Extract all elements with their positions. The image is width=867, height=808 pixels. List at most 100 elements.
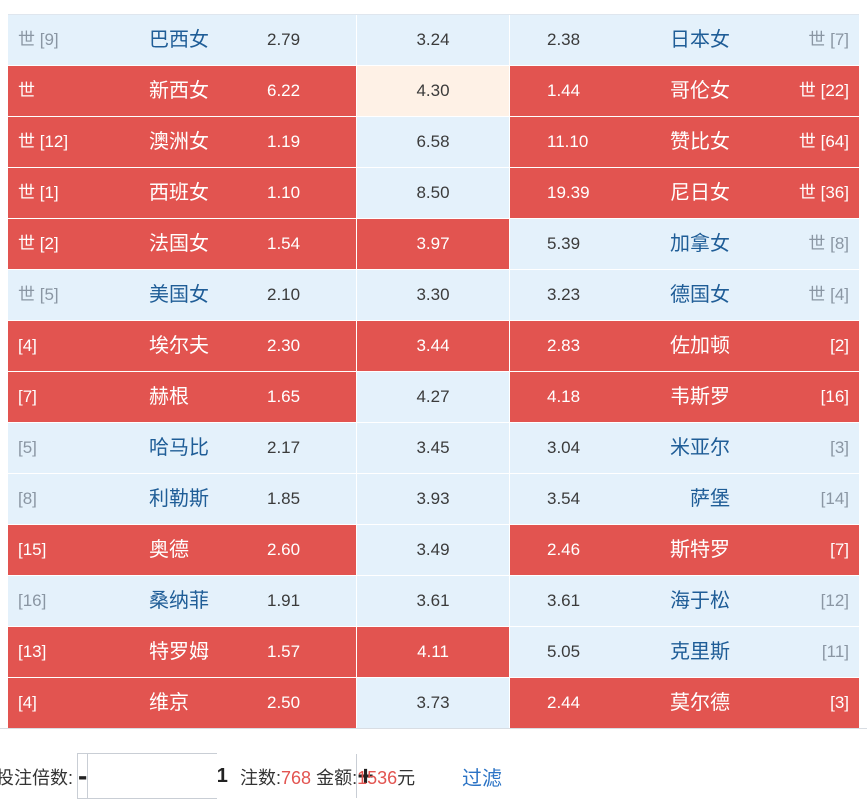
away-win-option[interactable]: 4.18 韦斯罗 [16] bbox=[510, 372, 859, 422]
draw-option[interactable]: 3.45 bbox=[357, 423, 509, 473]
draw-option[interactable]: 4.27 bbox=[357, 372, 509, 422]
home-rank: [7] bbox=[18, 387, 37, 406]
away-win-option[interactable]: 1.44 哥伦女 世 [22] bbox=[510, 66, 859, 116]
home-team-name: 埃尔夫 bbox=[149, 335, 209, 357]
home-win-option[interactable]: [5] 哈马比 2.17 bbox=[8, 423, 356, 473]
home-team-name: 法国女 bbox=[149, 233, 209, 255]
draw-option[interactable]: 8.50 bbox=[357, 168, 509, 218]
match-row: [8] 利勒斯 1.85 3.93 3.54 萨堡 [14] bbox=[8, 474, 859, 524]
away-rank: 世 [4] bbox=[808, 285, 849, 304]
draw-option[interactable]: 6.58 bbox=[357, 117, 509, 167]
draw-option[interactable]: 4.30 bbox=[357, 66, 509, 116]
away-win-option[interactable]: 2.83 佐加顿 [2] bbox=[510, 321, 859, 371]
away-odds: 5.05 bbox=[547, 642, 581, 661]
draw-option[interactable]: 3.49 bbox=[357, 525, 509, 575]
away-team-name: 莫尔德 bbox=[670, 692, 730, 714]
decrease-multiplier-button[interactable]: - bbox=[78, 754, 89, 798]
home-win-option[interactable]: 世 [5] 美国女 2.10 bbox=[8, 270, 356, 320]
away-rank: [3] bbox=[830, 693, 849, 712]
home-odds: 1.57 bbox=[267, 642, 301, 661]
away-win-option[interactable]: 11.10 赞比女 世 [64] bbox=[510, 117, 859, 167]
match-row: [5] 哈马比 2.17 3.45 3.04 米亚尔 [3] bbox=[8, 423, 859, 473]
home-win-option[interactable]: 世 新西女 6.22 bbox=[8, 66, 356, 116]
match-row: 世 新西女 6.22 4.30 1.44 哥伦女 世 [22] bbox=[8, 66, 859, 116]
away-team-name: 赞比女 bbox=[670, 131, 730, 153]
home-team-name: 巴西女 bbox=[149, 29, 209, 51]
draw-option[interactable]: 3.73 bbox=[357, 678, 509, 728]
home-team-name: 美国女 bbox=[149, 284, 209, 306]
away-win-option[interactable]: 3.54 萨堡 [14] bbox=[510, 474, 859, 524]
home-rank: 世 [12] bbox=[18, 132, 69, 151]
away-rank: [2] bbox=[830, 336, 849, 355]
draw-odds: 3.44 bbox=[416, 336, 450, 355]
away-win-option[interactable]: 3.23 德国女 世 [4] bbox=[510, 270, 859, 320]
away-win-option[interactable]: 2.38 日本女 世 [7] bbox=[510, 15, 859, 65]
away-odds: 2.83 bbox=[547, 336, 581, 355]
home-odds: 1.65 bbox=[267, 387, 301, 406]
draw-odds: 4.27 bbox=[416, 387, 450, 406]
home-odds: 6.22 bbox=[267, 81, 301, 100]
home-odds: 1.85 bbox=[267, 489, 301, 508]
draw-option[interactable]: 3.30 bbox=[357, 270, 509, 320]
home-rank: [16] bbox=[18, 591, 47, 610]
home-odds: 2.10 bbox=[267, 285, 301, 304]
bet-footer: 投注倍数: - + 注数:768 金额:1536元 过滤 bbox=[0, 750, 867, 800]
draw-option[interactable]: 3.93 bbox=[357, 474, 509, 524]
multiplier-label: 投注倍数: bbox=[0, 768, 74, 788]
away-team-name: 日本女 bbox=[670, 29, 730, 51]
filter-link[interactable]: 过滤 bbox=[462, 750, 502, 808]
away-win-option[interactable]: 3.04 米亚尔 [3] bbox=[510, 423, 859, 473]
home-win-option[interactable]: 世 [1] 西班女 1.10 bbox=[8, 168, 356, 218]
away-win-option[interactable]: 3.61 海于松 [12] bbox=[510, 576, 859, 626]
away-win-option[interactable]: 19.39 尼日女 世 [36] bbox=[510, 168, 859, 218]
home-win-option[interactable]: 世 [2] 法国女 1.54 bbox=[8, 219, 356, 269]
draw-option[interactable]: 3.61 bbox=[357, 576, 509, 626]
home-team-name: 新西女 bbox=[149, 80, 209, 102]
home-odds: 2.17 bbox=[267, 438, 301, 457]
away-odds: 3.23 bbox=[547, 285, 581, 304]
away-win-option[interactable]: 2.46 斯特罗 [7] bbox=[510, 525, 859, 575]
away-rank: 世 [7] bbox=[808, 30, 849, 49]
home-rank: [13] bbox=[18, 642, 47, 661]
away-team-name: 尼日女 bbox=[670, 182, 730, 204]
draw-odds: 4.30 bbox=[416, 81, 450, 100]
draw-option[interactable]: 3.44 bbox=[357, 321, 509, 371]
match-list: 世 [9] 巴西女 2.79 3.24 2.38 日本女 世 [7] 世 新西女 6.22 4.30… bbox=[8, 14, 859, 729]
away-win-option[interactable]: 5.05 克里斯 [11] bbox=[510, 627, 859, 677]
away-odds: 19.39 bbox=[547, 183, 590, 202]
home-team-name: 赫根 bbox=[149, 386, 189, 408]
home-team-name: 利勒斯 bbox=[149, 488, 209, 510]
amount-unit: 元 bbox=[397, 768, 416, 788]
home-team-name: 奥德 bbox=[149, 539, 189, 561]
away-rank: 世 [36] bbox=[798, 183, 849, 202]
draw-odds: 3.24 bbox=[416, 30, 450, 49]
draw-odds: 3.49 bbox=[416, 540, 450, 559]
home-win-option[interactable]: 世 [12] 澳洲女 1.19 bbox=[8, 117, 356, 167]
home-win-option[interactable]: [16] 桑纳菲 1.91 bbox=[8, 576, 356, 626]
home-team-name: 特罗姆 bbox=[149, 641, 209, 663]
home-odds: 2.30 bbox=[267, 336, 301, 355]
home-win-option[interactable]: 世 [9] 巴西女 2.79 bbox=[8, 15, 356, 65]
home-team-name: 哈马比 bbox=[149, 437, 209, 459]
match-row: 世 [1] 西班女 1.10 8.50 19.39 尼日女 世 [36] bbox=[8, 168, 859, 218]
bets-count: 768 bbox=[281, 768, 312, 788]
match-row: 世 [9] 巴西女 2.79 3.24 2.38 日本女 世 [7] bbox=[8, 15, 859, 65]
match-row: [16] 桑纳菲 1.91 3.61 3.61 海于松 [12] bbox=[8, 576, 859, 626]
match-row: 世 [12] 澳洲女 1.19 6.58 11.10 赞比女 世 [64] bbox=[8, 117, 859, 167]
away-odds: 5.39 bbox=[547, 234, 581, 253]
draw-option[interactable]: 3.97 bbox=[357, 219, 509, 269]
home-win-option[interactable]: [13] 特罗姆 1.57 bbox=[8, 627, 356, 677]
amount-value: 1536 bbox=[357, 768, 398, 788]
draw-option[interactable]: 4.11 bbox=[357, 627, 509, 677]
home-win-option[interactable]: [8] 利勒斯 1.85 bbox=[8, 474, 356, 524]
home-win-option[interactable]: [15] 奥德 2.60 bbox=[8, 525, 356, 575]
home-rank: 世 [1] bbox=[18, 183, 59, 202]
away-team-name: 加拿女 bbox=[670, 233, 730, 255]
home-win-option[interactable]: [4] 埃尔夫 2.30 bbox=[8, 321, 356, 371]
away-team-name: 米亚尔 bbox=[670, 437, 730, 459]
away-win-option[interactable]: 5.39 加拿女 世 [8] bbox=[510, 219, 859, 269]
home-win-option[interactable]: [7] 赫根 1.65 bbox=[8, 372, 356, 422]
draw-option[interactable]: 3.24 bbox=[357, 15, 509, 65]
home-win-option[interactable]: [4] 维京 2.50 bbox=[8, 678, 356, 728]
away-win-option[interactable]: 2.44 莫尔德 [3] bbox=[510, 678, 859, 728]
